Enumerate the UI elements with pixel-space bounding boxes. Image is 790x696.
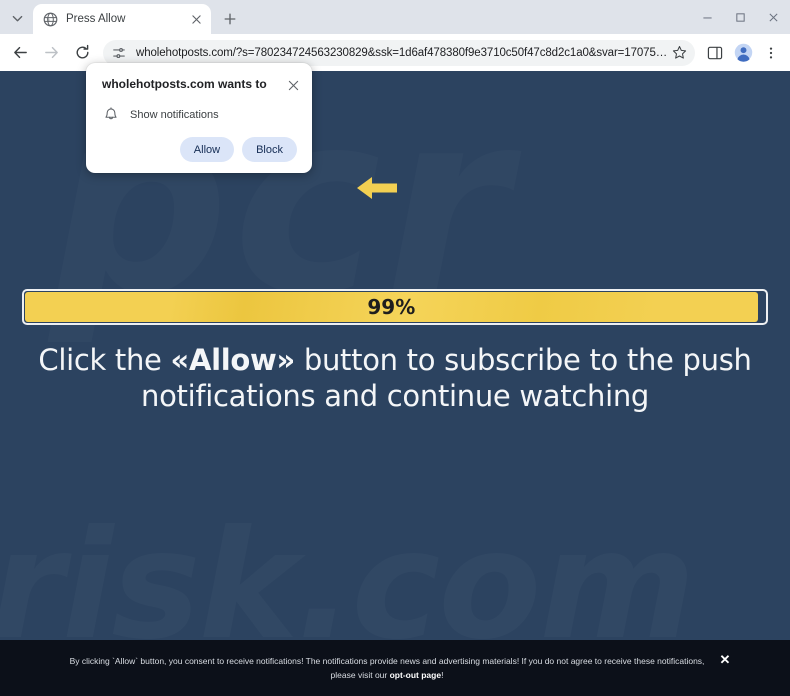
permission-popup-actions: Allow Block	[86, 123, 312, 162]
browser-window: Press Allow wholehotposts.com/?s=7802347…	[0, 0, 790, 696]
globe-icon	[42, 11, 58, 27]
permission-row-notifications: Show notifications	[86, 94, 312, 123]
side-panel-icon	[707, 46, 723, 59]
permission-popup-title: wholehotposts.com wants to	[102, 77, 267, 91]
maximize-icon	[736, 12, 745, 22]
plus-icon	[224, 13, 236, 25]
tab-strip: Press Allow	[0, 0, 790, 34]
browser-menu-button[interactable]	[758, 40, 784, 66]
new-tab-button[interactable]	[217, 6, 243, 32]
url-text: wholehotposts.com/?s=780234724563230829&…	[136, 46, 668, 59]
window-maximize-button[interactable]	[724, 0, 757, 34]
forward-button[interactable]	[37, 39, 65, 67]
window-minimize-button[interactable]	[691, 0, 724, 34]
chevron-down-icon	[12, 15, 22, 21]
permission-popup-header: wholehotposts.com wants to	[86, 77, 312, 94]
page-title: Click the «Allow» button to subscribe to…	[35, 343, 755, 415]
three-dots-vertical-icon	[769, 46, 773, 59]
address-bar[interactable]: wholehotposts.com/?s=780234724563230829&…	[103, 39, 695, 66]
block-button[interactable]: Block	[242, 137, 297, 162]
site-settings-icon[interactable]	[109, 43, 129, 63]
tab-title: Press Allow	[66, 13, 126, 25]
close-icon	[192, 14, 201, 24]
progress-bar-fill: 99%	[25, 292, 758, 322]
progress-percent-label: 99%	[367, 295, 416, 319]
tab-search-button[interactable]	[3, 4, 31, 32]
window-close-button[interactable]	[757, 0, 790, 34]
bookmark-star-icon[interactable]	[668, 42, 690, 64]
back-button[interactable]	[6, 39, 34, 67]
minimize-icon	[703, 16, 712, 18]
avatar-icon	[734, 43, 752, 62]
arrow-left-icon	[13, 46, 27, 59]
reload-icon	[76, 44, 88, 59]
close-icon	[769, 12, 778, 22]
headline-emphasis: «Allow»	[170, 343, 296, 377]
permission-popup-close-button[interactable]	[284, 76, 302, 94]
window-controls	[691, 0, 790, 34]
watermark-bottom-text: risk.com	[0, 511, 694, 661]
permission-row-label: Show notifications	[130, 108, 219, 121]
tab-press-allow[interactable]: Press Allow	[33, 4, 211, 34]
arrow-right-icon	[44, 46, 58, 59]
left-arrow-icon	[355, 173, 399, 208]
profile-avatar[interactable]	[730, 40, 756, 66]
bell-icon	[102, 106, 119, 123]
side-panel-button[interactable]	[702, 40, 728, 66]
consent-close-button[interactable]: ✕	[716, 651, 734, 669]
headline-before: Click the	[38, 343, 171, 377]
consent-banner-text: By clicking `Allow` button, you consent …	[57, 654, 717, 682]
opt-out-link[interactable]: opt-out page	[390, 670, 441, 680]
consent-text-before: By clicking `Allow` button, you consent …	[69, 655, 705, 680]
notification-permission-popup: wholehotposts.com wants to Show notifica…	[86, 63, 312, 173]
allow-button[interactable]: Allow	[179, 137, 235, 162]
tab-close-button[interactable]	[188, 11, 205, 28]
consent-text-after: !	[441, 670, 444, 680]
close-icon	[288, 80, 298, 90]
consent-banner: By clicking `Allow` button, you consent …	[0, 640, 790, 696]
progress-bar: 99%	[22, 289, 768, 325]
